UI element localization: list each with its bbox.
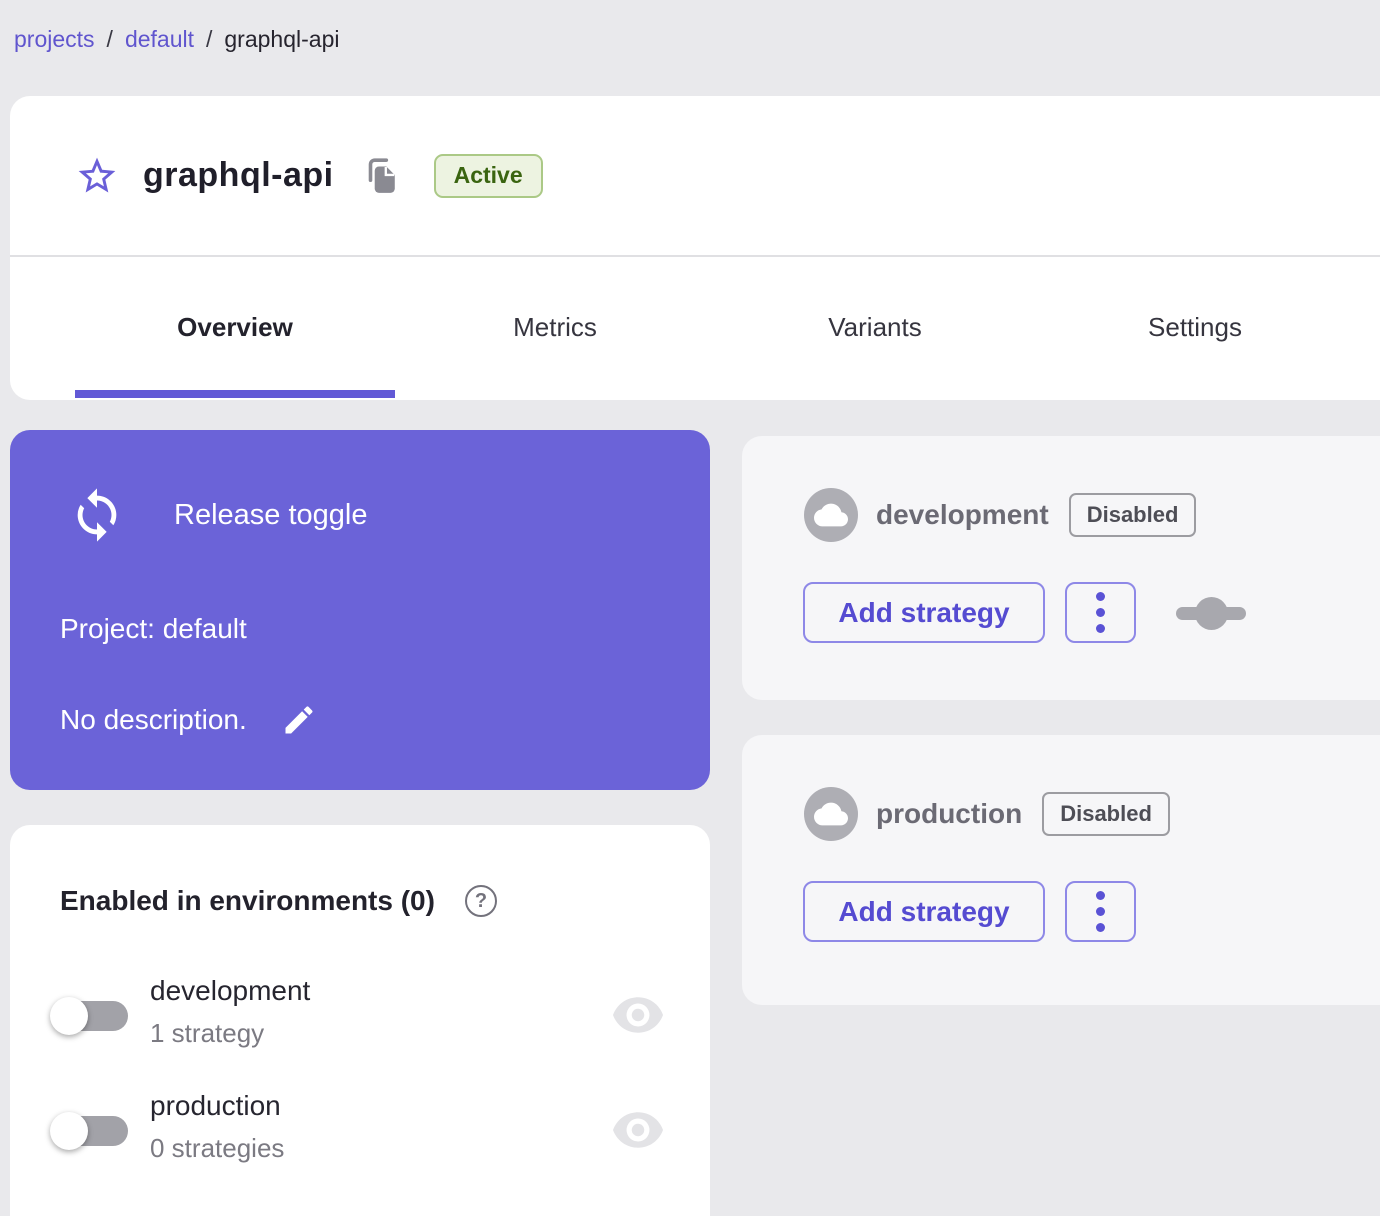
toggle-knob — [1195, 596, 1228, 630]
tab-overview[interactable]: Overview — [75, 257, 395, 398]
breadcrumb-separator: / — [106, 26, 113, 52]
kebab-dot — [1096, 923, 1105, 932]
project-label: Project: default — [60, 613, 247, 644]
row-strategy-count: 0 strategies — [150, 1133, 285, 1163]
tabs: Overview Metrics Variants Settings — [10, 257, 1380, 398]
help-icon[interactable]: ? — [464, 885, 497, 917]
eye-icon — [613, 997, 663, 1033]
environment-row-development: development 1 strategy — [10, 975, 710, 1065]
row-environment-name: production — [150, 1090, 281, 1121]
tab-settings[interactable]: Settings — [1035, 257, 1355, 398]
kebab-dot — [1096, 608, 1105, 617]
tab-variants[interactable]: Variants — [715, 257, 1035, 398]
kebab-dot — [1096, 907, 1105, 916]
breadcrumb-link-projects[interactable]: projects — [14, 26, 95, 53]
status-badge: Active — [433, 153, 543, 198]
edit-description-button[interactable] — [279, 700, 319, 740]
kebab-dot — [1096, 592, 1105, 601]
environment-status-chip: Disabled — [1042, 792, 1170, 836]
copy-name-button[interactable] — [362, 156, 398, 196]
app-root: projects / default / graphql-api graphql… — [0, 0, 1380, 1216]
switch-thumb — [50, 1112, 88, 1150]
breadcrumb-current: graphql-api — [224, 26, 340, 52]
environment-avatar — [804, 787, 858, 841]
title-row: graphql-api Active — [10, 96, 1380, 257]
breadcrumb: projects / default / graphql-api — [14, 26, 339, 53]
development-switch[interactable] — [50, 993, 138, 1039]
eye-icon — [613, 1112, 663, 1148]
breadcrumb-link-default[interactable]: default — [125, 26, 194, 53]
row-strategy-count: 1 strategy — [150, 1018, 265, 1048]
add-strategy-button[interactable]: Add strategy — [803, 881, 1045, 942]
environment-row-production: production 0 strategies — [10, 1090, 710, 1180]
environment-menu-button[interactable] — [1065, 881, 1136, 942]
environment-card-development: development Disabled Add strategy — [742, 436, 1380, 700]
kebab-dot — [1096, 891, 1105, 900]
environment-avatar — [804, 488, 858, 542]
tab-metrics[interactable]: Metrics — [395, 257, 715, 398]
favorite-button[interactable] — [75, 154, 119, 198]
enabled-environments-title: Enabled in environments (0) — [60, 885, 435, 916]
page-title: graphql-api — [143, 156, 334, 194]
visibility-button[interactable] — [613, 1112, 663, 1153]
cloud-icon — [814, 802, 848, 826]
release-toggle-icon — [77, 488, 117, 542]
environment-menu-button[interactable] — [1065, 582, 1136, 643]
copy-icon — [368, 157, 395, 193]
toggle-summary-card: Release toggle Project: default No descr… — [10, 430, 710, 790]
production-switch[interactable] — [50, 1108, 138, 1154]
add-strategy-button[interactable]: Add strategy — [803, 582, 1045, 643]
environment-card-production: production Disabled Add strategy — [742, 735, 1380, 1005]
breadcrumb-separator: / — [206, 26, 213, 52]
feature-header-card: graphql-api Active Overview Metrics Vari… — [10, 96, 1380, 400]
switch-thumb — [50, 997, 88, 1035]
toggle-type-label: Release toggle — [174, 498, 368, 531]
environment-toggle-icon[interactable] — [1176, 596, 1246, 630]
visibility-button[interactable] — [613, 997, 663, 1038]
kebab-dot — [1096, 624, 1105, 633]
description-text: No description. — [60, 704, 247, 735]
enabled-environments-card: Enabled in environments (0) ? developmen… — [10, 825, 710, 1216]
active-tab-indicator — [75, 390, 395, 398]
environment-name: production — [876, 798, 1023, 829]
cloud-icon — [814, 503, 848, 527]
row-environment-name: development — [150, 975, 311, 1006]
environment-name: development — [876, 499, 1049, 530]
pencil-icon — [285, 706, 313, 734]
environment-status-chip: Disabled — [1068, 493, 1197, 537]
star-icon — [78, 157, 116, 192]
